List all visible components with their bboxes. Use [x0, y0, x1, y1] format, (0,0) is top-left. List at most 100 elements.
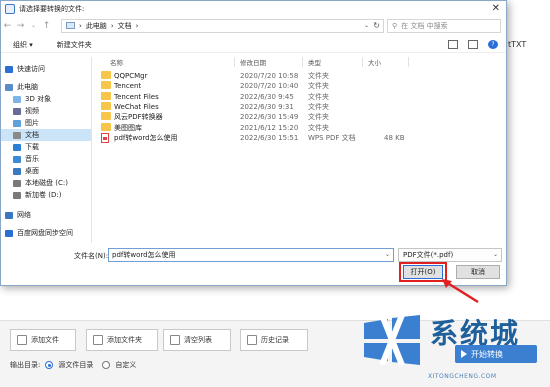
breadcrumb-separator: › [135, 21, 139, 30]
nav-item[interactable]: 新加卷 (D:) [1, 189, 91, 201]
file-type: 文件夹 [308, 123, 329, 132]
filename-input[interactable]: pdf转word怎么使用 ⌄ [108, 248, 394, 262]
nav-item[interactable]: 桌面 [1, 165, 91, 177]
file-row[interactable]: QQPCMgr 2020/7/20 10:58 文件夹 [96, 71, 406, 81]
file-date: 2020/7/20 10:58 [240, 72, 299, 80]
file-open-dialog: 请选择要转换的文件: ✕ ← → ⌄ ↑ › 此电脑 › 文档 › ⌄ ↻ ⚲ … [0, 0, 507, 286]
column-separator [302, 57, 303, 67]
clear-list-label: 清空列表 [184, 336, 212, 344]
add-file-icon [17, 335, 27, 345]
up-arrow-icon[interactable]: ↑ [40, 21, 53, 31]
file-row[interactable]: 美图图库 2021/6/12 15:20 文件夹 [96, 122, 406, 133]
file-type: 文件夹 [308, 82, 329, 91]
nav-item[interactable]: 下载 [1, 141, 91, 153]
close-icon[interactable]: ✕ [492, 3, 500, 14]
nav-item-label: 网络 [17, 211, 31, 219]
back-arrow-icon[interactable]: ← [1, 21, 14, 31]
nav-item[interactable]: 图片 [1, 117, 91, 129]
video-icon [13, 107, 21, 115]
nav-item[interactable]: 音乐 [1, 153, 91, 165]
recent-dropdown-icon[interactable]: ⌄ [27, 22, 40, 29]
chevron-down-icon[interactable]: ⌄ [493, 249, 498, 261]
help-icon[interactable]: ? [488, 40, 498, 49]
drive-icon [13, 179, 21, 187]
start-convert-button[interactable]: 开始转换 [455, 345, 537, 363]
file-date: 2022/6/30 15:49 [240, 113, 299, 122]
nav-item-label: 此电脑 [17, 83, 38, 91]
add-file-button[interactable]: 添加文件 [10, 329, 76, 351]
nav-item[interactable]: 3D 对象 [1, 93, 91, 105]
file-row[interactable]: 风云PDF转换器 2022/6/30 15:49 文件夹 [96, 112, 406, 122]
format-label: tTXT [508, 40, 527, 49]
history-button[interactable]: 历史记录 [240, 329, 308, 351]
output-directory-row: 输出目录: 源文件目录 自定义 [10, 360, 136, 370]
3d-objects-icon [13, 95, 21, 103]
clear-list-button[interactable]: 清空列表 [163, 329, 231, 351]
add-folder-button[interactable]: 添加文件夹 [86, 329, 158, 351]
add-folder-label: 添加文件夹 [107, 336, 142, 344]
breadcrumb-documents[interactable]: 文档 [118, 21, 132, 31]
breadcrumb-this-pc[interactable]: 此电脑 [86, 21, 107, 31]
navigation-pane: 快速访问此电脑 3D 对象 视频图片文档下载音乐 桌面本地磁盘 (C:) 新加卷 (D:… [1, 57, 93, 243]
nav-item[interactable]: 本地磁盘 (C:) [1, 177, 91, 189]
custom-dir-radio[interactable] [102, 361, 111, 369]
nav-item[interactable]: 快速访问 [1, 63, 91, 75]
documents-icon [13, 131, 21, 139]
nav-item-label: 下载 [25, 143, 39, 151]
watermark-subtitle: XITONGCHENG.COM [428, 373, 497, 380]
chevron-down-icon[interactable]: ⌄ [385, 249, 390, 261]
folder-icon [101, 81, 111, 90]
app-icon [5, 4, 15, 14]
file-name: 风云PDF转换器 [114, 113, 163, 122]
preview-pane-icon[interactable] [468, 40, 478, 49]
forward-arrow-icon[interactable]: → [14, 21, 27, 31]
pdf-file-icon [101, 132, 109, 143]
file-type: 文件夹 [308, 102, 329, 111]
column-header-size[interactable]: 大小 [368, 57, 381, 67]
file-row[interactable]: Tencent Files 2022/6/30 9:45 文件夹 [96, 91, 406, 102]
nav-item-label: 图片 [25, 119, 39, 127]
cancel-button[interactable]: 取消 [456, 265, 500, 279]
search-box[interactable]: ⚲ 在 文档 中搜索 [387, 18, 501, 33]
folder-icon [101, 112, 111, 121]
file-type: 文件夹 [308, 72, 329, 80]
column-header-name[interactable]: 名称 [110, 57, 123, 67]
view-options-icon[interactable] [448, 40, 458, 49]
file-row[interactable]: Tencent 2020/7/20 10:40 文件夹 [96, 81, 406, 91]
nav-item[interactable]: 文档 [1, 129, 91, 141]
file-name: WeChat Files [114, 102, 159, 111]
folder-icon [101, 122, 111, 131]
pictures-icon [13, 119, 21, 127]
file-row[interactable]: pdf转word怎么使用 2022/6/30 15:51 WPS PDF 文档 48 … [96, 132, 406, 143]
nav-item[interactable]: 百度网盘同步空间 [1, 227, 91, 239]
open-button[interactable]: 打开(O) [403, 265, 443, 279]
file-name: Tencent [114, 82, 142, 91]
nav-scrollbar[interactable] [91, 57, 92, 243]
nav-item-label: 快速访问 [17, 65, 45, 73]
watermark-logo-icon [364, 315, 420, 365]
nav-item[interactable]: 网络 [1, 209, 91, 221]
nav-item-label: 本地磁盘 (C:) [25, 179, 68, 187]
chevron-down-icon[interactable]: ⌄ [364, 22, 369, 29]
organize-menu[interactable]: 组织 ▾ [1, 40, 45, 50]
file-type: WPS PDF 文档 [308, 133, 356, 142]
refresh-icon[interactable]: ↻ [373, 21, 380, 30]
filetype-select[interactable]: PDF文件(*.pdf) ⌄ [398, 248, 502, 262]
nav-item[interactable]: 视频 [1, 105, 91, 117]
nav-item[interactable]: 此电脑 [1, 81, 91, 93]
filetype-value: PDF文件(*.pdf) [403, 251, 454, 259]
folder-icon [101, 101, 111, 110]
file-row[interactable]: WeChat Files 2022/6/30 9:31 文件夹 [96, 101, 406, 112]
source-dir-label: 源文件目录 [58, 361, 94, 369]
address-bar[interactable]: › 此电脑 › 文档 › ⌄ ↻ [61, 18, 384, 33]
address-row: ← → ⌄ ↑ › 此电脑 › 文档 › ⌄ ↻ ⚲ 在 文档 中搜索 [1, 17, 506, 34]
folder-icon [101, 71, 111, 79]
nav-item-label: 新加卷 (D:) [25, 191, 62, 199]
new-folder-button[interactable]: 新建文件夹 [45, 40, 104, 50]
filename-value: pdf转word怎么使用 [112, 251, 176, 259]
column-header-type[interactable]: 类型 [308, 57, 321, 67]
column-separator [362, 57, 363, 67]
source-dir-radio[interactable] [45, 361, 54, 369]
desktop-icon [13, 167, 21, 175]
column-header-date[interactable]: 修改日期 [240, 57, 266, 67]
